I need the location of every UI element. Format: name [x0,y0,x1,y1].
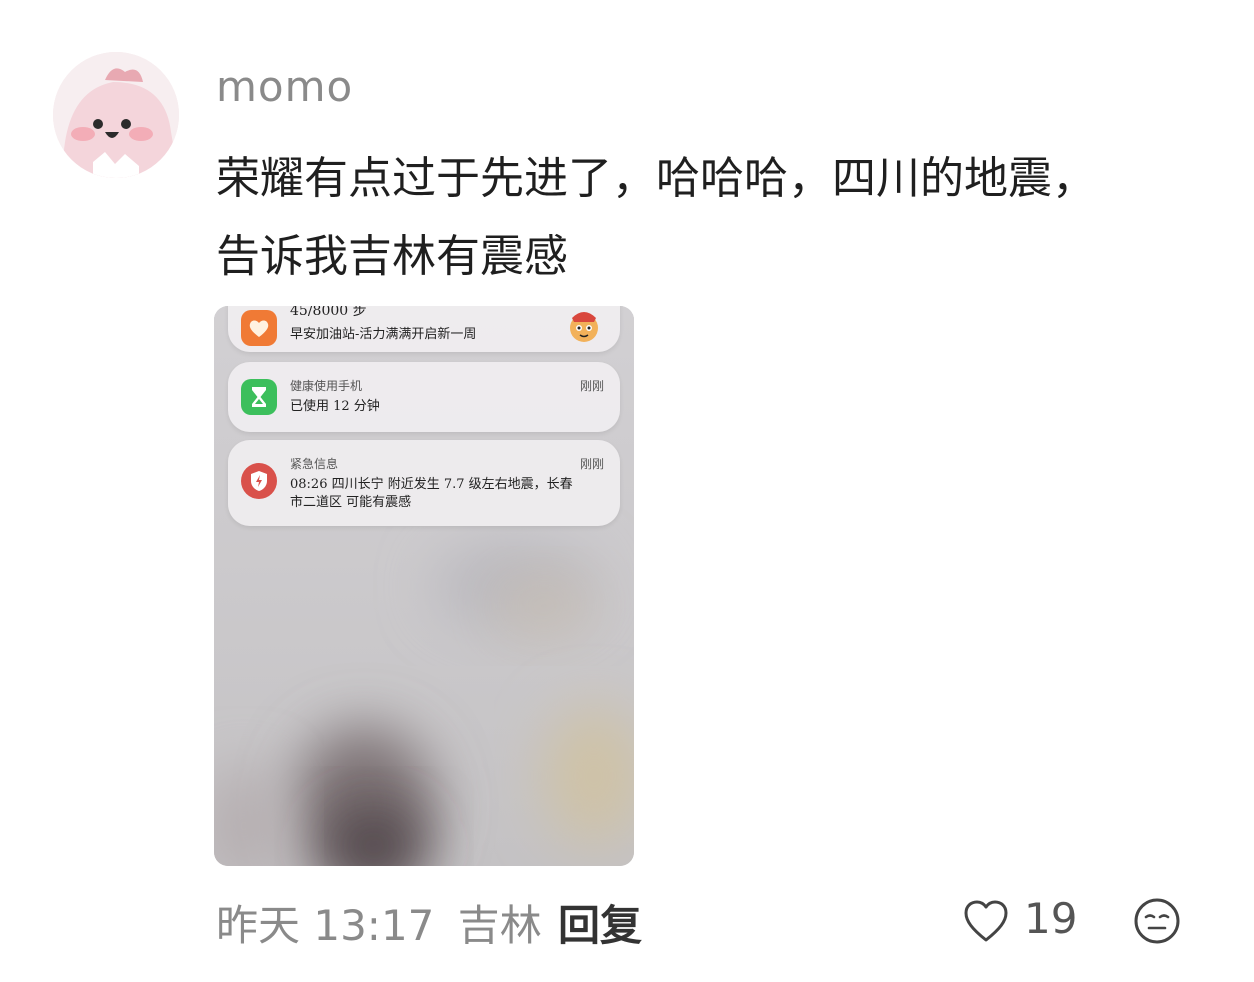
heart-icon [241,310,277,346]
notification-body-line-2: 市二道区 可能有震感 [290,495,412,510]
comment-text: 荣耀有点过于先进了，哈哈哈，四川的地震， 告诉我吉林有震感 [216,140,1206,296]
notification-emergency[interactable]: 紧急信息 刚刚 08:26 四川长宁 附近发生 7.7 级左右地震，长春 市二道… [228,440,620,526]
notification-time: 刚刚 [579,379,604,393]
shield-alert-icon [241,463,277,499]
comment-text-line-2: 告诉我吉林有震感 [216,231,568,282]
notification-app-name: 紧急信息 [290,457,339,471]
avatar-image [53,52,179,178]
comment-text-line-1: 荣耀有点过于先进了，哈哈哈，四川的地震， [216,153,1096,204]
username[interactable]: momo [216,62,353,111]
notification-screen-time[interactable]: 健康使用手机 刚刚 已使用 12 分钟 [228,362,620,432]
emoji-reaction-icon[interactable] [1133,897,1181,945]
hourglass-icon [241,379,277,415]
mascot-icon [564,306,604,346]
like-count: 19 [1024,894,1078,943]
notification-steps-count: 45/8000 步 [290,306,367,319]
attached-photo[interactable]: 45/8000 步 早安加油站-活力满满开启新一周 健康使用手机 刚刚 已使用 … [214,306,634,866]
avatar[interactable] [53,52,179,178]
reply-button[interactable]: 回复 [558,892,642,953]
comment-time: 昨天 13:17 [216,901,435,950]
notification-body: 已使用 12 分钟 [290,399,380,414]
comment-meta: 昨天 13:17 吉林 [216,892,542,953]
notification-time: 刚刚 [579,457,604,471]
heart-outline-icon[interactable] [962,898,1010,944]
notification-steps-body: 早安加油站-活力满满开启新一周 [290,327,477,342]
notification-body-line-1: 08:26 四川长宁 附近发生 7.7 级左右地震，长春 [290,477,573,492]
comment-location: 吉林 [457,901,542,950]
notification-steps[interactable]: 45/8000 步 早安加油站-活力满满开启新一周 [228,306,620,352]
notification-app-name: 健康使用手机 [290,379,363,393]
